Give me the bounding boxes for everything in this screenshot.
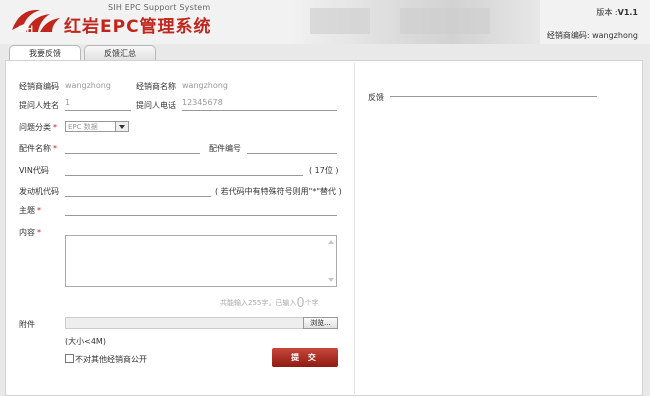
scroll-up-icon[interactable]	[327, 238, 335, 246]
engine-code-input[interactable]	[65, 183, 211, 197]
scroll-down-icon[interactable]	[327, 276, 335, 284]
part-name-label: 配件名称 *	[19, 144, 57, 153]
subject-label: 主题 *	[19, 206, 41, 215]
brand-title: 红岩EPC管理系统	[64, 17, 212, 37]
dealer-code-header: 经销商编码: wangzhong	[546, 31, 638, 40]
sih-logo: SIH	[12, 9, 60, 34]
submit-button[interactable]: 提 交	[272, 348, 338, 367]
panel-divider	[354, 63, 355, 396]
tab-bar: 我要反馈 反馈汇总	[0, 44, 650, 61]
asker-phone-input[interactable]: 12345678	[182, 97, 337, 111]
header-truck-image	[290, 0, 540, 44]
asker-name-input[interactable]: 1	[65, 97, 131, 111]
asker-name-label: 提问人姓名	[19, 101, 59, 110]
brand-subtitle: SIH EPC Support System	[108, 3, 211, 12]
part-name-input[interactable]	[65, 140, 200, 154]
vin-label: VIN代码	[19, 166, 49, 175]
category-label: 问题分类 *	[19, 123, 57, 132]
dealer-code-value: wangzhong	[65, 81, 111, 90]
feedback-title: 反馈	[368, 93, 384, 102]
dealer-name-value: wangzhong	[182, 81, 228, 90]
subject-input[interactable]	[65, 202, 337, 216]
engine-code-hint: ( 若代码中有特殊符号则用"*"替代 )	[215, 187, 342, 196]
chevron-down-icon[interactable]	[115, 122, 128, 131]
asker-phone-label: 提问人电话	[136, 101, 176, 110]
part-no-input[interactable]	[247, 140, 337, 154]
char-counter: 共能输入255字，已输入0个字	[220, 296, 319, 311]
content-label: 内容 *	[19, 228, 41, 237]
header: SIH SIH EPC Support System 红岩EPC管理系统 版本 …	[0, 0, 650, 44]
version-info: 版本 :V1.1	[596, 8, 638, 17]
tab-feedback-summary[interactable]: 反馈汇总	[84, 45, 156, 60]
private-label: 不对其他经销商公开	[75, 355, 147, 364]
vin-input[interactable]	[65, 162, 303, 176]
attachment-label: 附件	[19, 320, 35, 329]
part-no-label: 配件编号	[209, 144, 241, 153]
size-note: (大小<4M)	[65, 337, 106, 346]
feedback-divider	[390, 96, 597, 97]
svg-text:SIH: SIH	[18, 24, 33, 34]
attachment-path-field[interactable]	[65, 317, 304, 329]
engine-code-label: 发动机代码	[19, 187, 59, 196]
dealer-code-label: 经销商编码	[19, 82, 59, 91]
browse-button[interactable]: 浏览...	[303, 317, 338, 329]
tab-my-feedback[interactable]: 我要反馈	[9, 45, 81, 61]
category-select[interactable]: EPC 数据	[65, 121, 129, 132]
private-checkbox[interactable]	[65, 354, 74, 363]
vin-hint: ( 17位 )	[309, 166, 339, 175]
dealer-name-label: 经销商名称	[136, 82, 176, 91]
content-textarea[interactable]	[65, 235, 337, 287]
